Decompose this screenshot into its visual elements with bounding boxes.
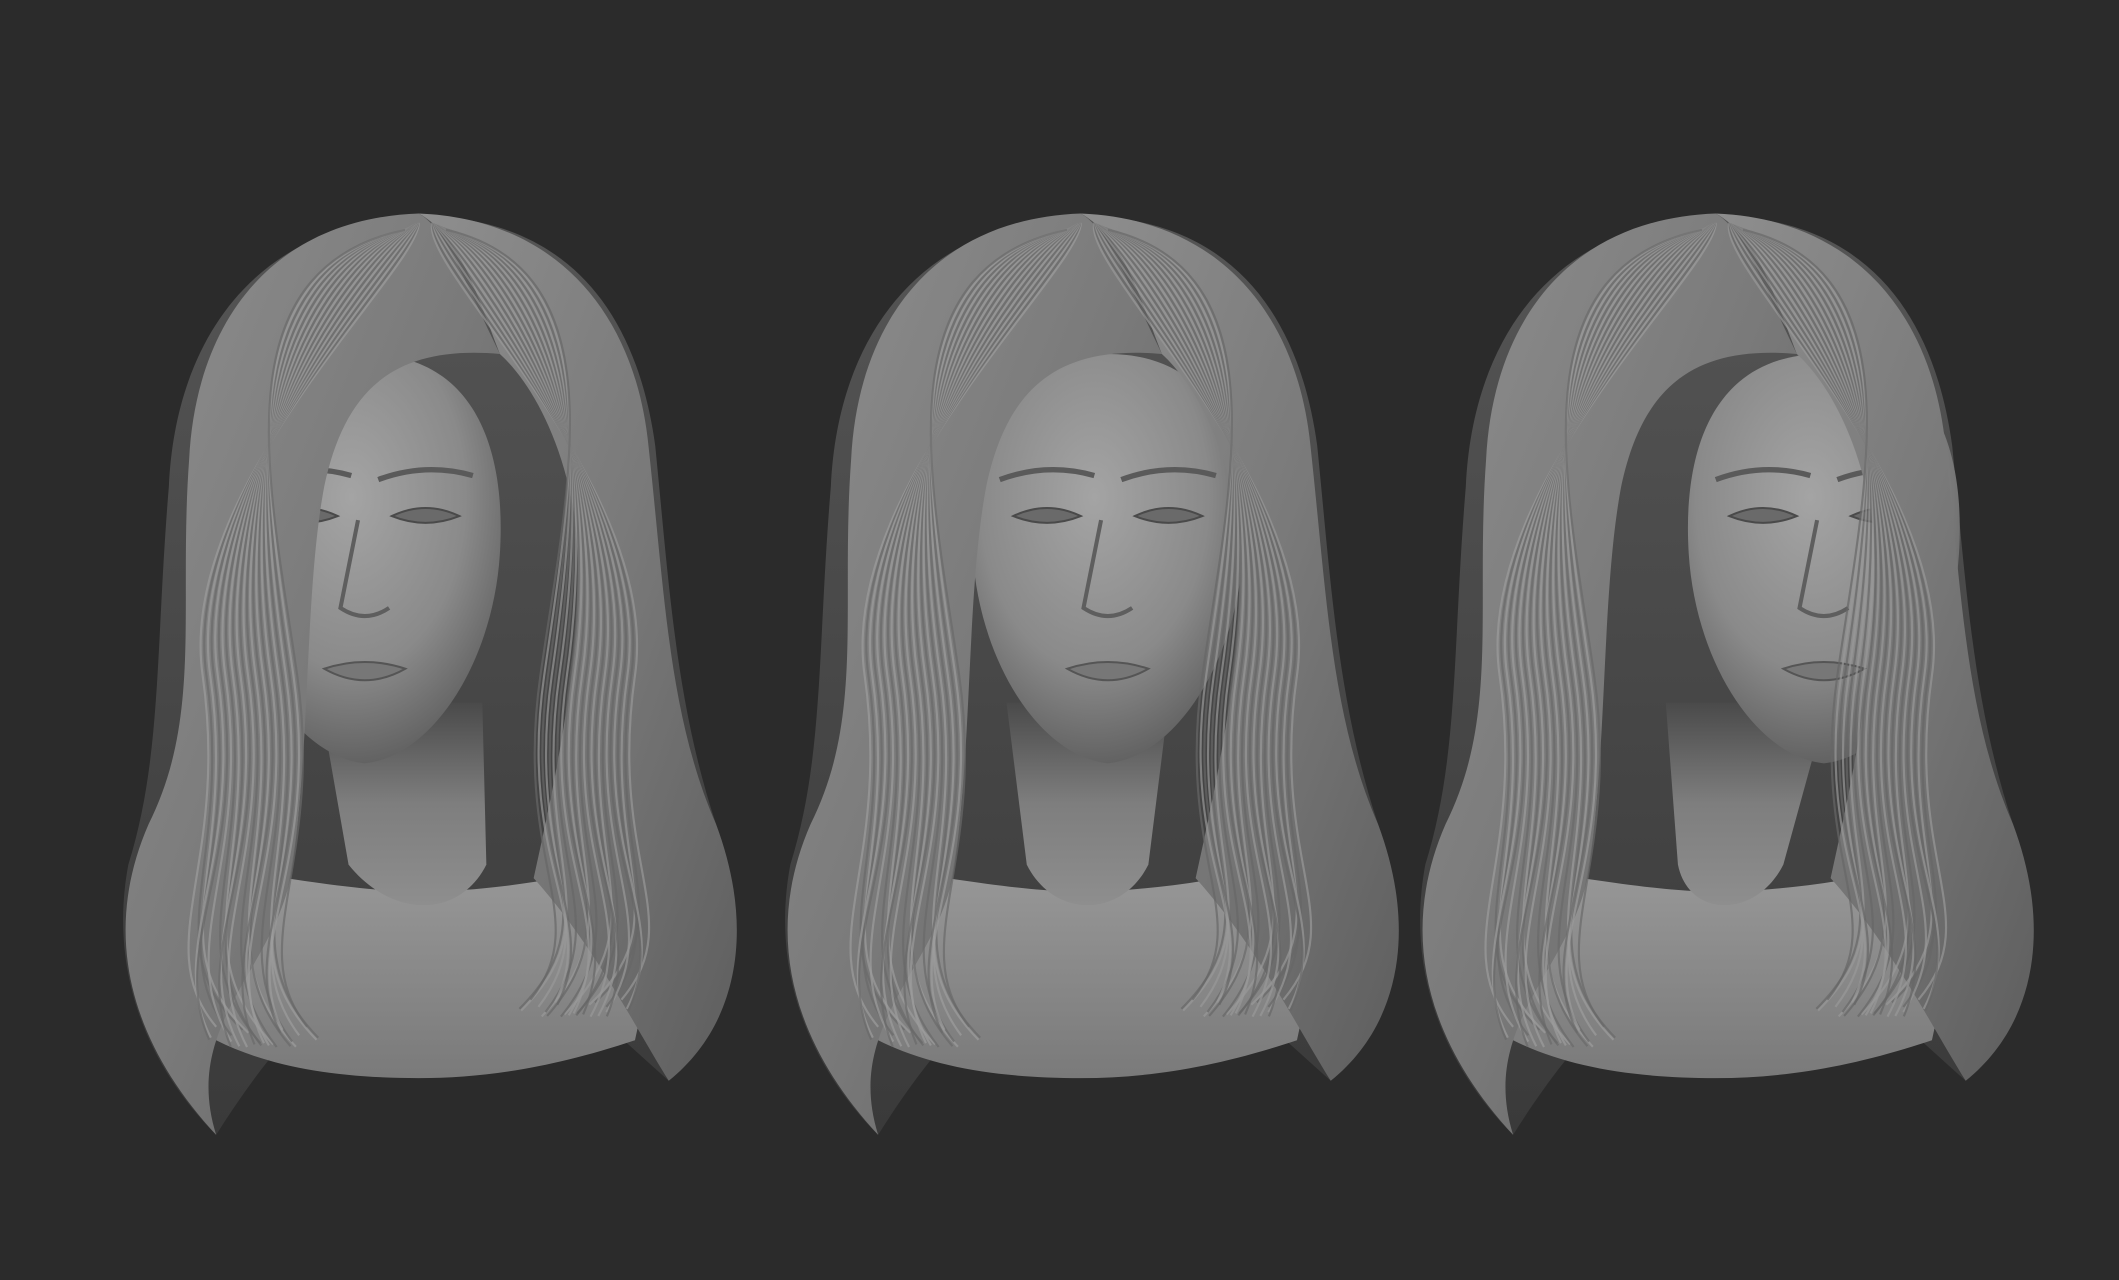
bust-front xyxy=(785,213,1399,1135)
sculpt-render-canvas xyxy=(123,213,2034,1135)
bust-three-quarter-left xyxy=(123,213,737,1135)
bust-three-quarter-right xyxy=(1420,213,2034,1135)
